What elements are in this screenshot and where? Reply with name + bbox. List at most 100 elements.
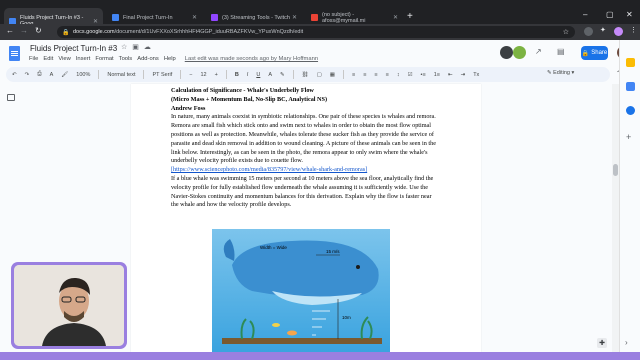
comment-icon[interactable]: ▤ xyxy=(557,47,565,56)
stream-bottom-border xyxy=(0,352,640,360)
bold-icon[interactable]: B xyxy=(235,72,239,78)
figure-speed-label: 15 m/s xyxy=(326,249,340,254)
collaborator-avatar[interactable] xyxy=(513,46,526,59)
align-right-icon[interactable]: ≡ xyxy=(374,72,377,78)
indent-icon[interactable]: ⇥ xyxy=(461,72,466,78)
seaweed-icon xyxy=(240,316,373,340)
divider xyxy=(143,70,145,79)
close-tab-icon[interactable]: ✕ xyxy=(393,14,398,21)
font-size-decrease[interactable]: − xyxy=(189,72,192,78)
tasks-icon[interactable] xyxy=(626,82,635,91)
back-arrow-icon[interactable]: ← xyxy=(6,26,14,35)
divider xyxy=(342,70,344,79)
star-icon[interactable]: ☆ xyxy=(121,43,127,51)
font-select[interactable]: PT Serif xyxy=(152,72,172,78)
whale-diagram-image[interactable]: Width = Wide 15 m/s 10m xyxy=(212,229,390,352)
webcam-feed xyxy=(14,265,124,346)
text-color-icon[interactable]: A xyxy=(268,72,272,78)
figure-width-label: Width = Wide xyxy=(260,245,287,250)
font-size-input[interactable]: 12 xyxy=(200,72,206,78)
add-addon-icon[interactable]: + xyxy=(626,132,631,142)
collaborator-avatar[interactable] xyxy=(500,46,513,59)
document-body[interactable]: Calculation of Significance - Whale's Un… xyxy=(171,87,439,210)
underline-icon[interactable]: U xyxy=(256,72,260,78)
paint-format-icon[interactable]: 🖌 xyxy=(61,72,68,78)
whale-body-icon xyxy=(232,240,379,298)
bullet-list-icon[interactable]: •≡ xyxy=(421,72,426,78)
doc-reference-link[interactable]: [https://www.sciencephoto.com/media/8357… xyxy=(171,166,367,173)
puzzle-extensions-icon[interactable]: ✦ xyxy=(600,26,606,34)
style-select[interactable]: Normal text xyxy=(107,72,135,78)
checklist-icon[interactable]: ☑ xyxy=(408,72,413,78)
minimize-button[interactable]: – xyxy=(583,10,587,19)
zoom-select[interactable]: 100% xyxy=(76,72,90,78)
document-outline-icon[interactable] xyxy=(7,94,15,101)
numbered-list-icon[interactable]: 1≡ xyxy=(434,72,440,78)
bookmark-star-icon[interactable]: ☆ xyxy=(563,28,569,36)
document-page[interactable]: Calculation of Significance - Whale's Un… xyxy=(131,84,481,352)
keep-icon[interactable] xyxy=(626,58,635,67)
justify-icon[interactable]: ≡ xyxy=(386,72,389,78)
share-button[interactable]: 🔒 Share xyxy=(581,46,608,60)
twitch-favicon-icon xyxy=(211,14,218,21)
menu-bar: File Edit View Insert Format Tools Add-o… xyxy=(29,56,318,62)
profile-avatar[interactable] xyxy=(614,27,623,36)
menu-insert[interactable]: Insert xyxy=(76,56,91,62)
vertical-scrollbar[interactable] xyxy=(612,84,619,352)
move-folder-icon[interactable]: ▣ xyxy=(132,43,139,51)
menu-format[interactable]: Format xyxy=(95,56,113,62)
highlight-icon[interactable]: ✎ xyxy=(280,72,285,78)
scrollbar-thumb[interactable] xyxy=(613,164,618,176)
close-tab-icon[interactable]: ✕ xyxy=(292,14,297,21)
close-tab-icon[interactable]: ✕ xyxy=(192,14,197,21)
forward-arrow-icon[interactable]: → xyxy=(20,26,28,35)
divider xyxy=(292,70,294,79)
document-title[interactable]: Fluids Project Turn-In #3 xyxy=(30,44,117,53)
print-icon[interactable]: ⎙ xyxy=(37,71,41,78)
menu-edit[interactable]: Edit xyxy=(43,56,53,62)
clear-formatting-icon[interactable]: Tx xyxy=(473,72,479,78)
align-center-icon[interactable]: ≡ xyxy=(363,72,366,78)
spellcheck-icon[interactable]: A xyxy=(50,72,54,78)
activity-icon[interactable]: ↗ xyxy=(535,47,542,56)
formatting-toolbar: ↶ ↷ ⎙ A 🖌 100% Normal text PT Serif − 12… xyxy=(6,67,610,82)
editing-mode-select[interactable]: ✎ Editing ▾ xyxy=(547,70,574,76)
menu-addons[interactable]: Add-ons xyxy=(137,56,159,62)
figure-height-label: 10m xyxy=(342,315,351,320)
italic-icon[interactable]: I xyxy=(247,72,249,78)
menu-help[interactable]: Help xyxy=(164,56,176,62)
insert-link-icon[interactable]: ⛓ xyxy=(302,72,309,78)
menu-tools[interactable]: Tools xyxy=(119,56,133,62)
font-size-increase[interactable]: + xyxy=(215,72,218,78)
close-window-button[interactable]: ✕ xyxy=(626,10,633,19)
calendar-icon[interactable] xyxy=(626,106,635,115)
whale-illustration xyxy=(222,239,382,344)
explore-button[interactable]: ✚ xyxy=(597,338,607,348)
reload-icon[interactable]: ↻ xyxy=(35,26,42,35)
add-comment-icon[interactable]: ▢ xyxy=(317,72,322,78)
gmail-favicon-icon xyxy=(311,14,318,21)
new-tab-button[interactable]: + xyxy=(407,11,413,22)
last-edit-link[interactable]: Last edit was made seconds ago by Mary H… xyxy=(185,56,318,62)
redo-icon[interactable]: ↷ xyxy=(25,72,30,78)
undo-icon[interactable]: ↶ xyxy=(12,72,17,78)
browser-toolbar: ← → ↻ 🔒 docs.google.com/document/d/1UvFX… xyxy=(0,24,640,40)
cloud-status-icon: ☁ xyxy=(143,44,151,51)
address-bar[interactable]: 🔒 docs.google.com/document/d/1UvFXXoXSrh… xyxy=(57,26,575,38)
webcam-overlay xyxy=(11,262,127,349)
menu-view[interactable]: View xyxy=(58,56,70,62)
docs-favicon-icon xyxy=(112,14,119,21)
align-left-icon[interactable]: ≡ xyxy=(352,72,355,78)
chrome-menu-icon[interactable]: ⋮ xyxy=(630,26,637,34)
fish-icon xyxy=(272,323,280,327)
doc-heading: Calculation of Significance - Whale's Un… xyxy=(171,87,314,94)
maximize-button[interactable]: ▢ xyxy=(606,10,614,19)
lock-icon: 🔒 xyxy=(581,50,590,57)
outdent-icon[interactable]: ⇤ xyxy=(448,72,453,78)
extension-icon[interactable] xyxy=(584,27,593,36)
menu-file[interactable]: File xyxy=(29,56,38,62)
insert-image-icon[interactable]: ▦ xyxy=(330,72,335,78)
docs-logo-icon[interactable] xyxy=(9,46,20,61)
line-spacing-icon[interactable]: ↕ xyxy=(397,72,400,78)
expand-panel-icon[interactable]: › xyxy=(625,338,628,347)
